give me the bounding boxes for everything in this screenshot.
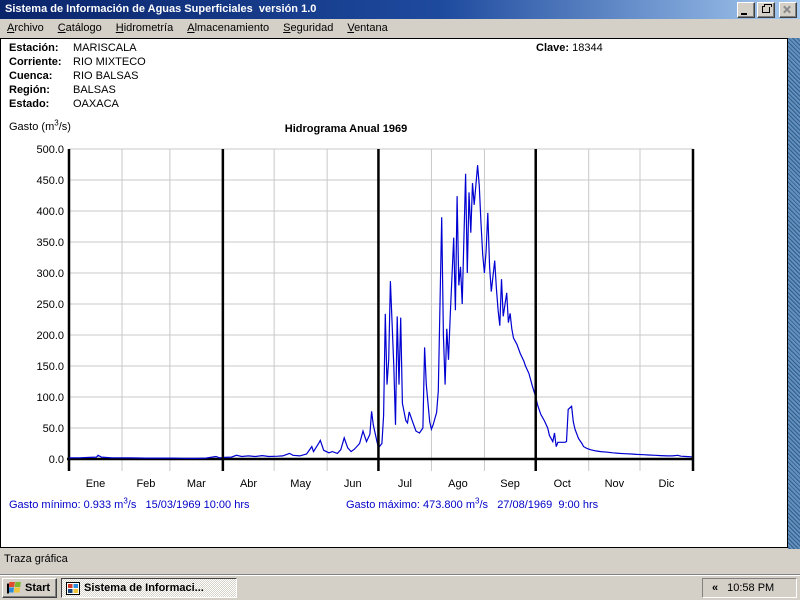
y-tick-label: 350.0 (36, 237, 64, 249)
station-field-label: Estación: (9, 41, 73, 55)
system-tray: « 10:58 PM (702, 578, 797, 598)
hydrograph-svg: 0.0 50.0 100.0 150.0 200.0 250.0 300.0 350.0 400… (1, 141, 787, 493)
menu-item-hidrometria[interactable]: Hidrometría (109, 20, 180, 37)
graph-window: Estación:MARISCALACorriente:RIO MIXTECOC… (0, 38, 788, 548)
task-button-label: Sistema de Informaci... (84, 582, 204, 594)
y-tick-label: 150.0 (36, 361, 64, 373)
start-label: Start (25, 582, 50, 594)
month-label: Feb (136, 478, 155, 490)
month-label: Nov (605, 478, 625, 490)
mdi-background (788, 38, 800, 549)
month-label: Jul (398, 478, 412, 490)
station-field-label: Corriente: (9, 55, 73, 69)
close-button[interactable] (779, 2, 797, 18)
station-key-value: 18344 (572, 42, 603, 54)
station-key-label: Clave: (536, 42, 569, 54)
station-field-value: OAXACA (73, 97, 146, 111)
clock[interactable]: 10:58 PM (727, 582, 774, 594)
tray-chevron-icon[interactable]: « (712, 582, 718, 594)
menu-item-catalogo[interactable]: Catálogo (51, 20, 109, 37)
station-field-label: Estado: (9, 97, 73, 111)
y-tick-label: 0.0 (49, 454, 64, 466)
app-icon (66, 582, 80, 595)
station-field-label: Región: (9, 83, 73, 97)
status-text: Traza gráfica (4, 553, 68, 565)
chart-title: Hidrograma Anual 1969 (231, 123, 461, 135)
status-bar: Traza gráfica (0, 549, 800, 574)
restore-icon (762, 6, 770, 13)
month-label: Oct (554, 478, 571, 490)
minimize-icon (741, 13, 747, 15)
y-axis-label: Gasto (m3/s) (9, 121, 71, 133)
window-title: Sistema de Información de Aguas Superfic… (5, 0, 316, 19)
month-label: Mar (187, 478, 206, 490)
hydrograph-line (69, 165, 693, 458)
month-label: Jun (344, 478, 362, 490)
taskbar: Start Sistema de Informaci... « 10:58 PM (0, 574, 800, 600)
y-tick-label: 50.0 (43, 423, 64, 435)
menu-item-almacenamiento[interactable]: Almacenamiento (180, 20, 276, 37)
month-label: Dic (659, 478, 675, 490)
station-field-value: MARISCALA (73, 41, 146, 55)
station-key: Clave: 18344 (536, 41, 603, 55)
gasto-minimo-note: Gasto mínimo: 0.933 m3/s 15/03/1969 10:0… (9, 499, 249, 511)
menu-item-archivo[interactable]: Archivo (0, 20, 51, 37)
title-bar: Sistema de Información de Aguas Superfic… (0, 0, 800, 19)
start-button[interactable]: Start (2, 578, 57, 598)
y-tick-label: 400.0 (36, 206, 64, 218)
station-field-value: RIO BALSAS (73, 69, 146, 83)
month-label: Ago (448, 478, 468, 490)
menu-item-ventana[interactable]: Ventana (340, 20, 394, 37)
station-field-label: Cuenca: (9, 69, 73, 83)
month-label: Ene (86, 478, 106, 490)
month-label: Abr (240, 478, 257, 490)
station-field-value: BALSAS (73, 83, 146, 97)
month-label: May (290, 478, 311, 490)
windows-flag-icon (6, 581, 22, 595)
y-tick-label: 200.0 (36, 330, 64, 342)
gasto-maximo-note: Gasto máximo: 473.800 m3/s 27/08/1969 9:… (346, 499, 598, 511)
station-info: Estación:MARISCALACorriente:RIO MIXTECOC… (9, 41, 146, 111)
y-tick-label: 250.0 (36, 299, 64, 311)
y-tick-label: 100.0 (36, 392, 64, 404)
month-label: Sep (500, 478, 520, 490)
y-tick-label: 300.0 (36, 268, 64, 280)
y-tick-label: 450.0 (36, 175, 64, 187)
station-field-value: RIO MIXTECO (73, 55, 146, 69)
y-tick-label: 500.0 (36, 144, 64, 156)
minimize-button[interactable] (737, 2, 755, 18)
restore-button[interactable] (757, 2, 775, 18)
task-button-sistema[interactable]: Sistema de Informaci... (61, 578, 237, 598)
menu-bar: ArchivoCatálogoHidrometríaAlmacenamiento… (0, 19, 800, 38)
desktop: Sistema de Información de Aguas Superfic… (0, 0, 800, 600)
menu-item-seguridad[interactable]: Seguridad (276, 20, 340, 37)
window-controls (735, 2, 797, 18)
